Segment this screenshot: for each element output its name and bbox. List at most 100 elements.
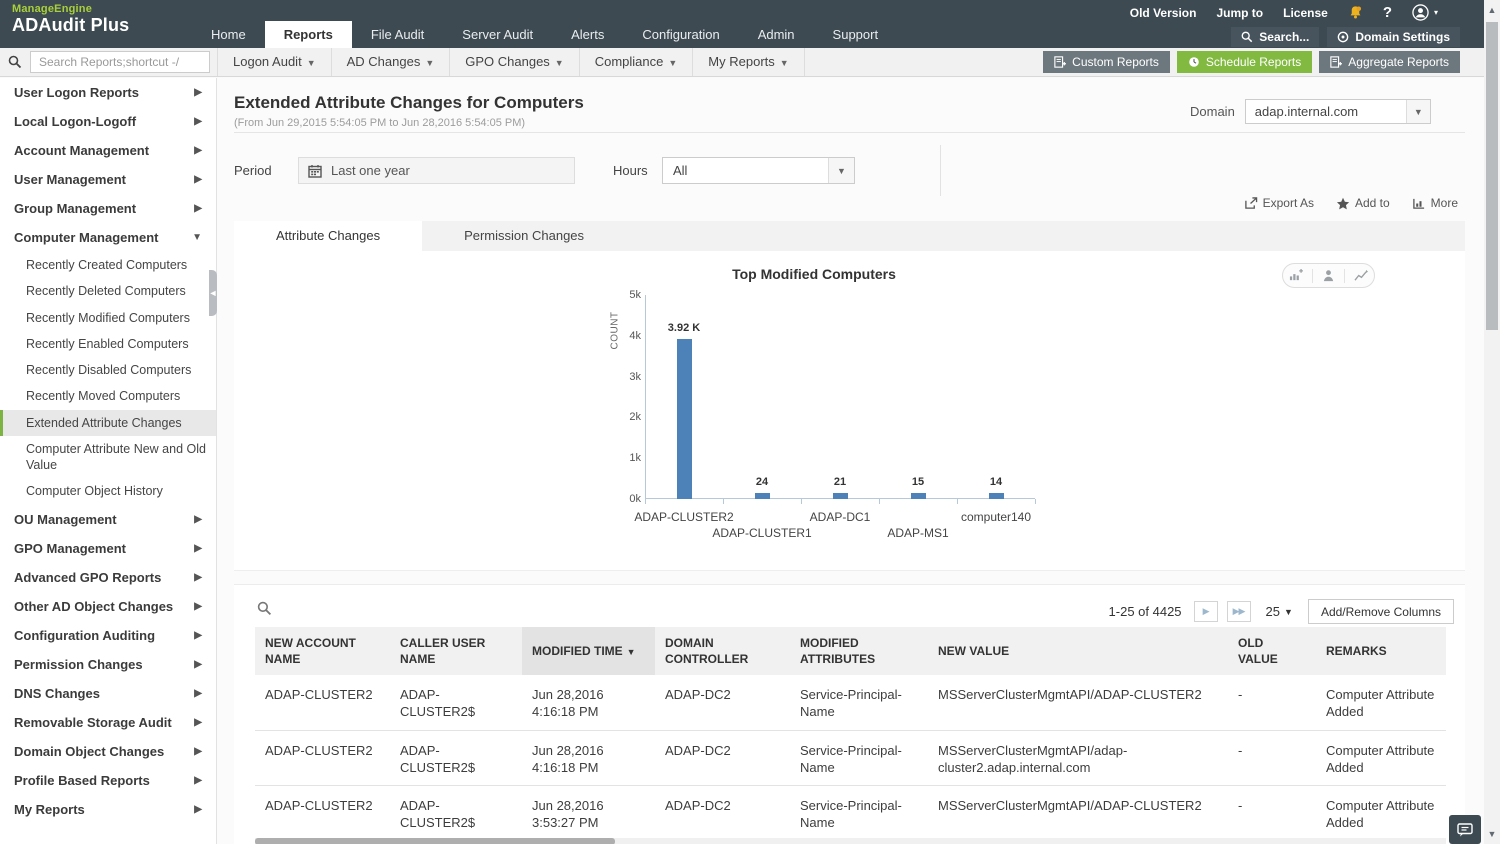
feedback-chat-button[interactable] (1449, 815, 1481, 844)
sidebar-item-recently-created-computers[interactable]: Recently Created Computers (0, 252, 216, 278)
nav-tab-file-audit[interactable]: File Audit (352, 21, 443, 48)
menu-logon-audit[interactable]: Logon Audit▼ (217, 48, 332, 76)
sidebar-item-gpo-management[interactable]: GPO Management▶ (0, 534, 216, 563)
sidebar-item-recently-enabled-computers[interactable]: Recently Enabled Computers (0, 331, 216, 357)
sidebar-item-domain-object-changes[interactable]: Domain Object Changes▶ (0, 737, 216, 766)
period-label: Period (234, 163, 272, 178)
bar-adap-ms1[interactable] (911, 493, 926, 499)
column-header-remarks[interactable]: REMARKS (1316, 627, 1446, 675)
sidebar-item-recently-modified-computers[interactable]: Recently Modified Computers (0, 305, 216, 331)
scroll-down-icon[interactable]: ▼ (1484, 826, 1500, 842)
sidebar-item-advanced-gpo-reports[interactable]: Advanced GPO Reports▶ (0, 563, 216, 592)
table-search-icon[interactable] (257, 601, 272, 616)
bar-adap-cluster1[interactable] (755, 493, 770, 499)
bar-computer140[interactable] (989, 493, 1004, 499)
schedule-reports-button[interactable]: Schedule Reports (1177, 51, 1312, 73)
sidebar-item-permission-changes[interactable]: Permission Changes▶ (0, 650, 216, 679)
aggregate-reports-button[interactable]: Aggregate Reports (1319, 51, 1460, 73)
bar-adap-cluster2[interactable] (677, 339, 692, 499)
tab-attribute-changes[interactable]: Attribute Changes (234, 221, 422, 251)
more-button[interactable]: More (1412, 196, 1458, 210)
sidebar-item-profile-based-reports[interactable]: Profile Based Reports▶ (0, 766, 216, 795)
column-header-modified-attributes[interactable]: MODIFIED ATTRIBUTES (790, 627, 928, 675)
next-page-button[interactable]: ▶ (1194, 601, 1218, 622)
column-header-domain-controller[interactable]: DOMAIN CONTROLLER (655, 627, 790, 675)
notification-bell-icon[interactable] (1348, 5, 1363, 20)
menu-ad-changes[interactable]: AD Changes▼ (332, 48, 451, 76)
sidebar-item-my-reports[interactable]: My Reports▶ (0, 795, 216, 824)
column-header-modified-time[interactable]: MODIFIED TIME▼ (522, 627, 655, 675)
domain-settings-button[interactable]: Domain Settings (1327, 27, 1460, 47)
nav-tab-alerts[interactable]: Alerts (552, 21, 623, 48)
table-row[interactable]: ADAP-CLUSTER2ADAP-CLUSTER2$Jun 28,2016 4… (255, 675, 1446, 730)
report-search-icon[interactable] (0, 48, 29, 76)
tab-permission-changes[interactable]: Permission Changes (422, 221, 626, 251)
sidebar-item-group-management[interactable]: Group Management▶ (0, 194, 216, 223)
global-search-button[interactable]: Search... (1231, 27, 1319, 47)
table-cell: MSServerClusterMgmtAPI/ADAP-CLUSTER2 (928, 785, 1228, 840)
column-header-old-value[interactable]: OLD VALUE (1228, 627, 1316, 675)
menu-my-reports[interactable]: My Reports▼ (693, 48, 804, 76)
chevron-right-icon: ▶ (194, 688, 202, 699)
old-version-link[interactable]: Old Version (1130, 6, 1197, 20)
sidebar-item-recently-moved-computers[interactable]: Recently Moved Computers (0, 383, 216, 409)
page-size-select[interactable]: 25 ▼ (1266, 604, 1293, 619)
user-account-menu[interactable]: ▾ (1412, 4, 1438, 21)
nav-tab-admin[interactable]: Admin (739, 21, 814, 48)
table-horizontal-scrollbar[interactable] (255, 838, 1446, 844)
user-chart-icon[interactable] (1322, 269, 1335, 282)
add-to-button[interactable]: Add to (1336, 196, 1390, 210)
menu-compliance[interactable]: Compliance▼ (580, 48, 694, 76)
horizontal-scrollbar-thumb[interactable] (255, 838, 615, 844)
sidebar-item-user-management[interactable]: User Management▶ (0, 165, 216, 194)
refresh-chart-icon[interactable] (1354, 269, 1369, 282)
hours-select[interactable]: All ▼ (662, 157, 855, 184)
bar-adap-dc1[interactable] (833, 493, 848, 499)
sidebar-item-other-ad-object-changes[interactable]: Other AD Object Changes▶ (0, 592, 216, 621)
nav-tab-configuration[interactable]: Configuration (623, 21, 738, 48)
y-tick-label: 4k (611, 330, 641, 342)
add-remove-columns-button[interactable]: Add/Remove Columns (1308, 599, 1454, 624)
vertical-scrollbar[interactable]: ▲ ▼ (1484, 0, 1500, 844)
help-icon[interactable]: ? (1383, 4, 1392, 21)
jump-to-link[interactable]: Jump to (1216, 6, 1263, 20)
y-tick-label: 3k (611, 371, 641, 383)
nav-tab-home[interactable]: Home (192, 21, 265, 48)
chart-title: Top Modified Computers (664, 266, 964, 282)
custom-reports-button[interactable]: Custom Reports (1043, 51, 1170, 73)
sidebar-item-dns-changes[interactable]: DNS Changes▶ (0, 679, 216, 708)
report-search-input[interactable] (30, 51, 210, 73)
table-row[interactable]: ADAP-CLUSTER2ADAP-CLUSTER2$Jun 28,2016 3… (255, 785, 1446, 840)
sidebar-item-computer-object-history[interactable]: Computer Object History (0, 478, 216, 504)
sidebar-item-recently-deleted-computers[interactable]: Recently Deleted Computers (0, 278, 216, 304)
add-chart-icon[interactable] (1288, 269, 1303, 282)
sidebar-item-computer-attribute-new-and-old-value[interactable]: Computer Attribute New and Old Value (0, 436, 216, 479)
report-table: NEW ACCOUNT NAMECALLER USER NAMEMODIFIED… (255, 627, 1446, 841)
column-header-caller-user-name[interactable]: CALLER USER NAME (390, 627, 522, 675)
column-header-new-account-name[interactable]: NEW ACCOUNT NAME (255, 627, 390, 675)
brand-logo[interactable]: ManageEngine ADAudit Plus (12, 3, 129, 36)
license-link[interactable]: License (1283, 6, 1328, 20)
sidebar-item-removable-storage-audit[interactable]: Removable Storage Audit▶ (0, 708, 216, 737)
nav-tab-support[interactable]: Support (814, 21, 898, 48)
table-row[interactable]: ADAP-CLUSTER2ADAP-CLUSTER2$Jun 28,2016 4… (255, 730, 1446, 785)
nav-tab-server-audit[interactable]: Server Audit (443, 21, 552, 48)
vertical-scrollbar-thumb[interactable] (1486, 22, 1498, 330)
last-page-button[interactable]: ▶▶ (1227, 601, 1251, 622)
period-field[interactable]: Last one year (298, 157, 575, 184)
sidebar-item-user-logon-reports[interactable]: User Logon Reports▶ (0, 78, 216, 107)
sidebar-item-account-management[interactable]: Account Management▶ (0, 136, 216, 165)
sidebar-item-extended-attribute-changes[interactable]: Extended Attribute Changes (0, 410, 216, 436)
domain-select[interactable]: adap.internal.com ▼ (1245, 99, 1431, 124)
sidebar-item-computer-management[interactable]: Computer Management▼ (0, 223, 216, 252)
export-as-button[interactable]: Export As (1244, 196, 1314, 210)
sidebar-collapse-handle[interactable]: ◄ (209, 270, 217, 316)
scroll-up-icon[interactable]: ▲ (1484, 2, 1500, 18)
sidebar-item-configuration-auditing[interactable]: Configuration Auditing▶ (0, 621, 216, 650)
column-header-new-value[interactable]: NEW VALUE (928, 627, 1228, 675)
nav-tab-reports[interactable]: Reports (265, 21, 352, 48)
sidebar-item-recently-disabled-computers[interactable]: Recently Disabled Computers (0, 357, 216, 383)
menu-gpo-changes[interactable]: GPO Changes▼ (450, 48, 579, 76)
sidebar-item-local-logon-logoff[interactable]: Local Logon-Logoff▶ (0, 107, 216, 136)
sidebar-item-ou-management[interactable]: OU Management▶ (0, 505, 216, 534)
